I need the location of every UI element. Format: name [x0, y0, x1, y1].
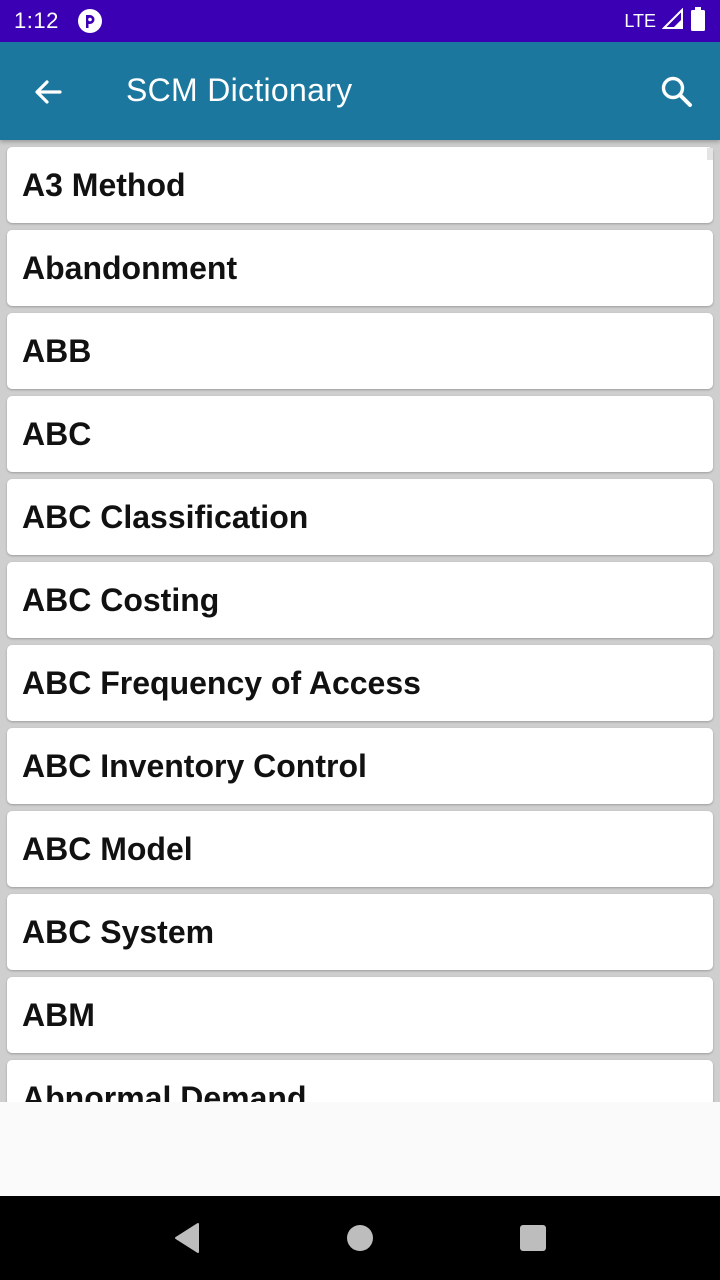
term-label: A3 Method	[22, 166, 186, 203]
app-toolbar: SCM Dictionary	[0, 42, 720, 140]
list-item[interactable]: ABC Inventory Control	[7, 728, 713, 804]
term-label: ABM	[22, 996, 95, 1033]
status-right: LTE	[624, 6, 706, 36]
arrow-back-icon	[35, 80, 62, 104]
list-item[interactable]: ABC Frequency of Access	[7, 645, 713, 721]
nav-home-button[interactable]	[330, 1208, 390, 1268]
notification-app-icon	[77, 8, 103, 34]
nav-back-button[interactable]	[157, 1208, 217, 1268]
battery-icon	[690, 6, 706, 36]
status-left: 1:12	[14, 8, 103, 34]
back-triangle-icon	[174, 1223, 199, 1253]
network-type-label: LTE	[624, 10, 656, 31]
term-label: ABC Frequency of Access	[22, 664, 421, 701]
list-item[interactable]: Abnormal Demand	[7, 1060, 713, 1102]
status-bar: 1:12 LTE	[0, 0, 720, 42]
term-label: ABB	[22, 332, 92, 369]
bottom-blank-area	[0, 1102, 720, 1196]
term-label: Abandonment	[22, 249, 238, 286]
list-item[interactable]: ABC Costing	[7, 562, 713, 638]
list-item[interactable]: ABM	[7, 977, 713, 1053]
home-circle-icon	[346, 1225, 373, 1251]
term-list-container[interactable]: A3 Method Abandonment ABB ABC ABC Classi…	[0, 140, 720, 1102]
list-item[interactable]: ABC	[7, 396, 713, 472]
recents-square-icon	[520, 1225, 547, 1251]
back-button[interactable]	[22, 66, 74, 118]
list-item[interactable]: ABC System	[7, 894, 713, 970]
search-button[interactable]	[650, 66, 704, 118]
list-item[interactable]: ABC Model	[7, 811, 713, 887]
term-label: ABC Inventory Control	[22, 747, 367, 784]
nav-recents-button[interactable]	[503, 1208, 563, 1268]
list-item[interactable]: ABB	[7, 313, 713, 389]
system-navigation-bar	[0, 1196, 720, 1280]
term-label: ABC Model	[22, 830, 193, 867]
list-item[interactable]: Abandonment	[7, 230, 713, 306]
term-label: ABC Classification	[22, 498, 309, 535]
status-time: 1:12	[14, 8, 59, 33]
scrollbar-thumb[interactable]	[707, 148, 713, 160]
page-title: SCM Dictionary	[126, 72, 353, 108]
term-list: A3 Method Abandonment ABB ABC ABC Classi…	[0, 140, 720, 1102]
term-label: ABC System	[22, 913, 215, 950]
term-label: Abnormal Demand	[22, 1079, 307, 1103]
list-item[interactable]: ABC Classification	[7, 479, 713, 555]
search-icon	[661, 76, 692, 107]
list-item[interactable]: A3 Method	[7, 147, 713, 223]
term-label: ABC	[22, 415, 92, 452]
term-label: ABC Costing	[22, 581, 220, 618]
signal-icon	[661, 7, 684, 35]
